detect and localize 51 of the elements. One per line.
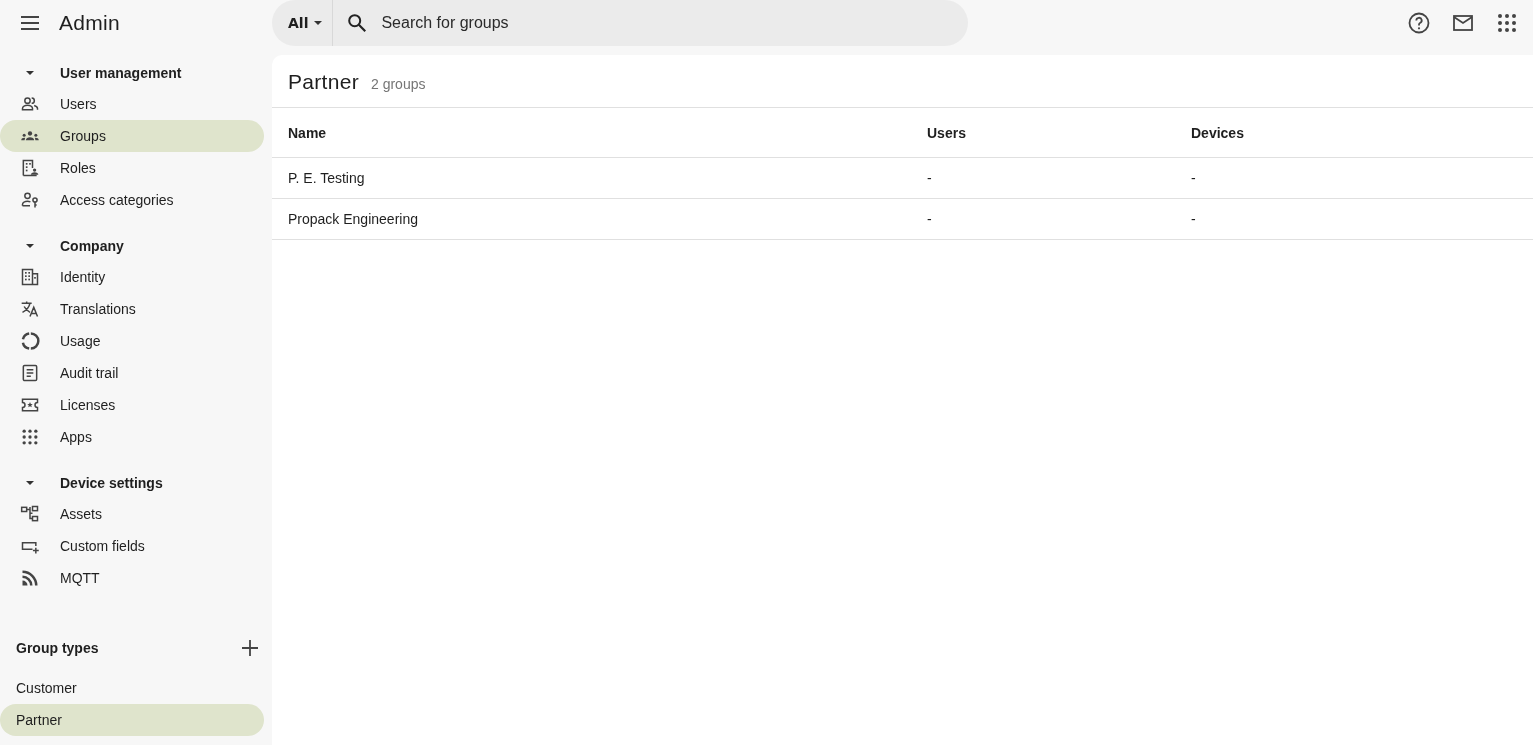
menu-icon[interactable] [20, 15, 40, 31]
sidebar-item[interactable]: MQTT [0, 562, 264, 594]
table-cell: - [1191, 211, 1196, 227]
table-cell: - [927, 170, 932, 186]
sidebar-item[interactable]: Translations [0, 293, 264, 325]
sidebar-item[interactable]: Custom fields [0, 530, 264, 562]
caret-icon[interactable] [26, 71, 34, 75]
sidebar-item[interactable]: Groups [0, 120, 264, 152]
apps-grid-icon[interactable] [1495, 11, 1519, 35]
section-heading: Group types [16, 640, 99, 656]
building-person-icon [20, 158, 40, 178]
sidebar-item[interactable]: Access categories [0, 184, 264, 216]
section-heading: Device settings [60, 475, 163, 491]
sidebar-item[interactable]: Audit trail [0, 357, 264, 389]
building-icon [20, 267, 40, 287]
signal-waves-icon [20, 568, 40, 588]
group-type-item[interactable]: Customer [0, 672, 264, 704]
section-heading: Company [60, 238, 124, 254]
table-cell: - [927, 211, 932, 227]
dots-grid-icon [20, 427, 40, 447]
users-icon [20, 94, 40, 114]
add-button[interactable] [240, 638, 260, 658]
caret-icon[interactable] [26, 244, 34, 248]
sidebar-item[interactable]: Roles [0, 152, 264, 184]
ring-icon [20, 331, 40, 351]
sidebar-item[interactable]: Users [0, 88, 264, 120]
translate-icon [20, 299, 40, 319]
hierarchy-icon [20, 504, 40, 524]
help-icon[interactable] [1407, 11, 1431, 35]
column-header: Users [926, 124, 967, 141]
group-type-item[interactable]: Partner [0, 704, 264, 736]
ticket-star-icon [20, 395, 40, 415]
table-cell: - [1191, 170, 1196, 186]
search-field[interactable]: Search for groups [333, 0, 968, 46]
sidebar-item[interactable]: Usage [0, 325, 264, 357]
column-header: Name [287, 124, 328, 141]
sidebar-item[interactable]: Licenses [0, 389, 264, 421]
caret-icon[interactable] [26, 481, 34, 485]
sidebar-item[interactable]: Identity [0, 261, 264, 293]
document-icon [20, 363, 40, 383]
page-title: Partner [288, 70, 359, 94]
section-heading: User management [60, 65, 182, 81]
app-title: Admin [59, 11, 121, 35]
person-key-icon [20, 190, 40, 210]
column-header: Devices [1190, 124, 1245, 141]
sidebar-item[interactable]: Apps [0, 421, 264, 453]
table-cell: P. E. Testing [288, 170, 365, 186]
scope-dropdown[interactable]: All [272, 0, 334, 46]
group-count: 2 groups [370, 76, 426, 92]
sidebar-item[interactable]: Assets [0, 498, 264, 530]
table-cell: Propack Engineering [288, 211, 418, 227]
